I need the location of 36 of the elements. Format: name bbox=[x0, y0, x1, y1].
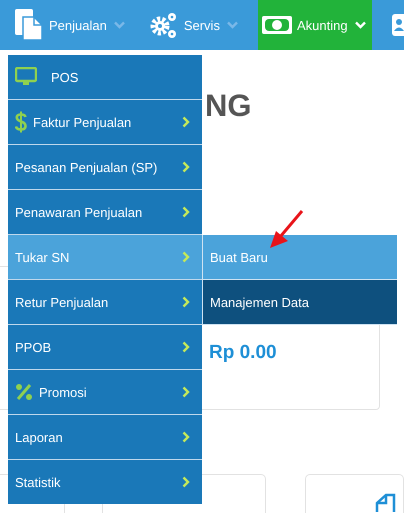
menu-item[interactable]: Promosi bbox=[8, 370, 202, 415]
nav-menu-item[interactable]: Penjualan bbox=[10, 0, 129, 50]
menu-item[interactable]: Pesanan Penjualan (SP) bbox=[8, 145, 202, 190]
menu-item[interactable]: POS bbox=[8, 55, 202, 100]
percent-icon bbox=[15, 383, 33, 401]
chevron-right-icon bbox=[182, 476, 190, 488]
menu-item[interactable]: Statistik bbox=[8, 460, 202, 504]
menu-item[interactable]: PPOB bbox=[8, 325, 202, 370]
chevron-right-icon bbox=[182, 116, 190, 128]
money-icon bbox=[262, 15, 292, 35]
menu-item[interactable]: Laporan bbox=[8, 415, 202, 460]
chevron-right-icon bbox=[182, 341, 190, 353]
chevron-down-icon bbox=[114, 21, 125, 29]
menu-item[interactable]: Tukar SN bbox=[8, 235, 202, 280]
amount-value: Rp 0.00 bbox=[209, 342, 277, 363]
document-icon bbox=[374, 493, 396, 513]
dollar-sign-icon bbox=[15, 111, 27, 133]
submenu-item[interactable]: Manajemen Data bbox=[202, 280, 397, 325]
chevron-down-icon bbox=[226, 21, 238, 29]
page-heading: NG bbox=[205, 87, 252, 125]
submenu-item[interactable]: Buat Baru bbox=[202, 235, 397, 280]
gears-icon bbox=[148, 10, 179, 40]
nav-menu-item[interactable]: Akunting bbox=[258, 0, 372, 50]
monitor-icon bbox=[15, 67, 37, 87]
document-icon bbox=[14, 8, 44, 42]
menu-item[interactable]: Retur Penjualan bbox=[8, 280, 202, 325]
nav-menu-item[interactable]: Servis bbox=[144, 0, 242, 50]
chevron-down-icon bbox=[354, 21, 366, 29]
menu-item[interactable]: Faktur Penjualan bbox=[8, 100, 202, 145]
chevron-right-icon bbox=[182, 431, 190, 443]
menu-item[interactable]: Penawaran Penjualan bbox=[8, 190, 202, 235]
chevron-right-icon bbox=[182, 386, 190, 398]
chevron-right-icon bbox=[182, 161, 190, 173]
chevron-right-icon bbox=[182, 251, 190, 263]
chevron-right-icon bbox=[182, 206, 190, 218]
chevron-right-icon bbox=[182, 296, 190, 308]
